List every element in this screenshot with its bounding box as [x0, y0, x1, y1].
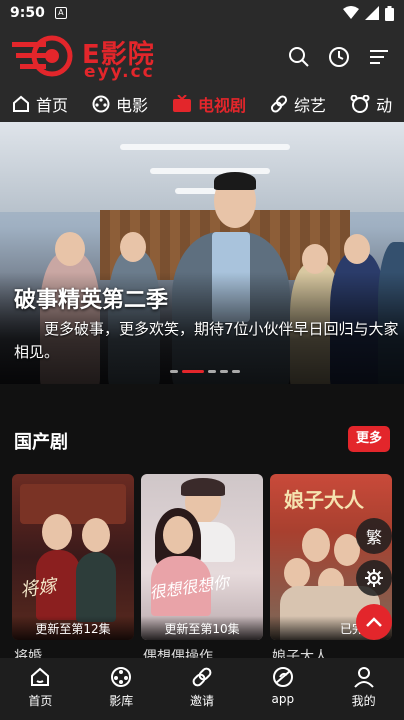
film-reel-icon — [111, 667, 132, 687]
status-time: 9:50 — [10, 5, 45, 21]
chevron-up-icon — [366, 617, 382, 627]
app-logo[interactable]: E影院 eyy.cc — [12, 34, 172, 82]
user-icon — [353, 667, 374, 688]
poster-head — [302, 528, 330, 562]
gear-icon — [365, 569, 383, 587]
poster-head — [82, 518, 110, 552]
battery-icon — [385, 5, 394, 21]
nav-library[interactable]: 影库 — [81, 658, 162, 720]
search-icon[interactable] — [288, 46, 310, 68]
tab-movies[interactable]: 电影 — [92, 92, 148, 116]
nav-label: 首页 — [28, 694, 53, 708]
signal-icon — [365, 6, 379, 20]
tab-home[interactable]: 首页 — [12, 92, 68, 116]
nav-profile[interactable]: 我的 — [323, 658, 404, 720]
tab-anime[interactable]: 动 — [350, 92, 392, 116]
more-button[interactable]: 更多 — [348, 426, 390, 452]
poster-title-art: 娘子大人 — [284, 488, 364, 512]
drama-card[interactable]: 将嫁 更新至第12集 — [12, 474, 134, 640]
poster-head — [42, 514, 72, 550]
app-icon — [272, 667, 293, 687]
tab-label: 动 — [376, 96, 393, 115]
tab-variety[interactable]: 综艺 — [270, 92, 326, 116]
settings-button[interactable] — [356, 560, 392, 596]
logo-mark-icon — [12, 35, 73, 77]
bottom-navigation: 首页 影库 邀请 app 我的 — [0, 658, 404, 720]
poster-roof — [20, 484, 126, 524]
drama-card[interactable]: 很想很想你 更新至第10集 — [141, 474, 263, 640]
wifi-icon — [343, 6, 359, 19]
tab-label: 综艺 — [294, 96, 327, 115]
tab-label: 首页 — [36, 96, 69, 115]
carousel-dot[interactable] — [208, 370, 216, 373]
banner-description: 更多破事，更多欢笑，期待7位小伙伴早日回归与大家相见。 — [14, 320, 399, 361]
nav-label: app — [271, 692, 295, 706]
section-title: 国产剧 — [14, 432, 68, 453]
home-icon — [31, 667, 50, 686]
history-clock-icon[interactable] — [328, 46, 350, 68]
nav-label: 我的 — [351, 694, 376, 708]
scroll-top-button[interactable] — [356, 604, 392, 640]
poster-title-art: 将嫁 — [18, 575, 58, 602]
episode-badge: 更新至第10集 — [141, 616, 263, 640]
traditional-chinese-toggle[interactable]: 繁 — [356, 518, 392, 554]
carousel-dot-active[interactable] — [182, 370, 204, 373]
link-icon — [270, 95, 288, 113]
banner-head — [344, 234, 370, 264]
status-icons — [343, 5, 394, 21]
status-bar: 9:50 A — [0, 0, 404, 26]
tab-label: 电视剧 — [198, 96, 247, 115]
tab-label: 电影 — [116, 96, 149, 115]
nav-label: 邀请 — [189, 694, 214, 708]
poster-hair — [181, 478, 225, 496]
banner-ceiling — [0, 122, 404, 212]
carousel-dot[interactable] — [220, 370, 228, 373]
cartoon-face-icon — [350, 95, 370, 113]
episode-badge: 更新至第12集 — [12, 616, 134, 640]
carousel-dot[interactable] — [170, 370, 178, 373]
home-icon — [13, 95, 29, 112]
banner-head — [120, 232, 146, 262]
poster-face — [163, 516, 193, 554]
tab-tv-series[interactable]: 电视剧 — [172, 92, 246, 116]
ceiling-light — [120, 144, 290, 150]
banner-hair — [214, 172, 256, 190]
category-tabs: 首页 电影 电视剧 综艺 动 — [0, 86, 404, 122]
carousel-dot[interactable] — [232, 370, 240, 373]
carousel-indicator — [170, 370, 240, 373]
banner-title[interactable]: 破事精英第二季 — [14, 282, 168, 314]
brand-domain: eyy.cc — [84, 62, 155, 82]
ceiling-light — [150, 168, 270, 174]
nav-label: 影库 — [109, 694, 134, 708]
film-reel-icon — [92, 95, 110, 113]
poster-robe — [76, 552, 116, 622]
tv-icon — [173, 95, 192, 112]
banner-head — [302, 244, 328, 274]
poster-head — [284, 558, 310, 588]
nav-home[interactable]: 首页 — [0, 658, 81, 720]
link-icon — [192, 667, 212, 687]
menu-icon[interactable] — [368, 46, 390, 68]
traditional-label: 繁 — [365, 528, 382, 547]
notification-icon: A — [54, 7, 67, 19]
nav-invite[interactable]: 邀请 — [162, 658, 243, 720]
nav-app[interactable]: app — [242, 658, 323, 720]
app-header: E影院 eyy.cc — [0, 26, 404, 86]
banner-head — [55, 232, 85, 266]
